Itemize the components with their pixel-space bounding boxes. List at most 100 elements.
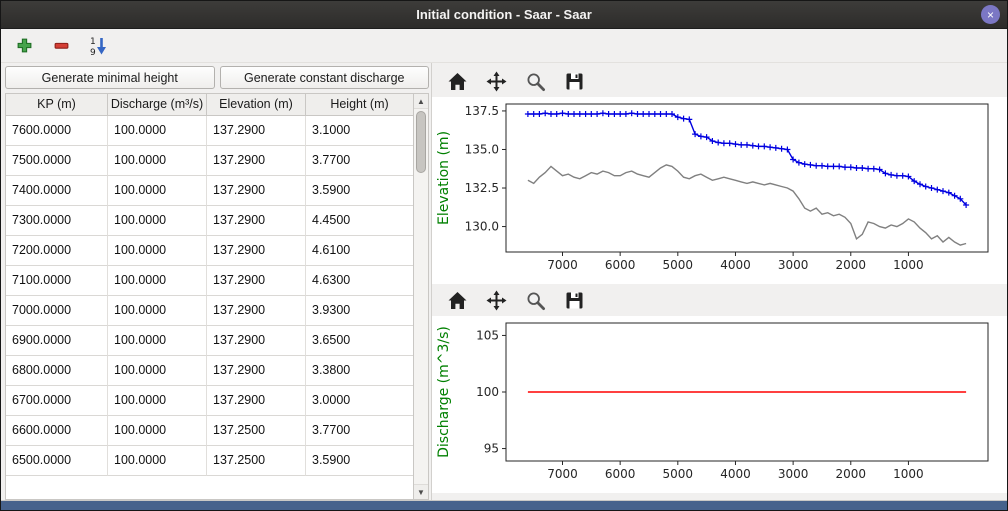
table-cell[interactable]: 100.0000 (108, 266, 207, 296)
close-button[interactable]: × (981, 5, 1000, 24)
table-cell[interactable]: 7500.0000 (6, 146, 108, 176)
table-cell[interactable]: 3.9300 (306, 296, 413, 326)
svg-text:Elevation (m): Elevation (m) (436, 131, 452, 225)
zoom-button[interactable] (522, 68, 548, 94)
svg-text:130.0: 130.0 (465, 220, 499, 234)
column-header[interactable]: KP (m) (6, 94, 108, 116)
table-cell[interactable]: 3.0000 (306, 386, 413, 416)
svg-text:2000: 2000 (836, 258, 867, 272)
table-cell[interactable]: 7600.0000 (6, 116, 108, 146)
magnifier-icon (525, 71, 546, 92)
home-icon (447, 71, 468, 92)
main-content: Generate minimal height Generate constan… (1, 63, 1007, 500)
svg-text:3000: 3000 (778, 467, 809, 481)
table-cell[interactable]: 137.2900 (207, 386, 306, 416)
titlebar[interactable]: Initial condition - Saar - Saar × (1, 1, 1007, 29)
column-header[interactable]: Discharge (m³/s) (108, 94, 207, 116)
table-cell[interactable]: 100.0000 (108, 176, 207, 206)
table-cell[interactable]: 137.2500 (207, 416, 306, 446)
zoom-button[interactable] (522, 287, 548, 313)
table-cell[interactable]: 100.0000 (108, 326, 207, 356)
generate-minimal-height-button[interactable]: Generate minimal height (5, 66, 215, 89)
sort-rows-button[interactable]: 1 9 (85, 33, 111, 59)
magnifier-icon (525, 290, 546, 311)
svg-text:9: 9 (90, 48, 96, 56)
table-cell[interactable]: 100.0000 (108, 356, 207, 386)
table-cell[interactable]: 3.6500 (306, 326, 413, 356)
svg-text:7000: 7000 (547, 258, 578, 272)
discharge-plot[interactable]: 700060005000400030002000100095100105Disc… (432, 316, 998, 488)
save-figure-button[interactable] (561, 287, 587, 313)
svg-text:6000: 6000 (605, 258, 636, 272)
column-header[interactable]: Elevation (m) (207, 94, 306, 116)
table-cell[interactable]: 100.0000 (108, 296, 207, 326)
generate-buttons-row: Generate minimal height Generate constan… (5, 66, 429, 89)
table-cell[interactable]: 100.0000 (108, 386, 207, 416)
table-cell[interactable]: 100.0000 (108, 236, 207, 266)
discharge-figure: 700060005000400030002000100095100105Disc… (432, 316, 1007, 493)
svg-text:137.5: 137.5 (465, 104, 499, 118)
table-cell[interactable]: 100.0000 (108, 146, 207, 176)
table-scrollbar[interactable]: ▲ ▼ (413, 94, 428, 499)
table-cell[interactable]: 4.6100 (306, 236, 413, 266)
svg-text:4000: 4000 (720, 467, 751, 481)
table-cell[interactable]: 3.7700 (306, 146, 413, 176)
plots-panel: 7000600050004000300020001000130.0132.513… (432, 63, 1007, 500)
add-row-button[interactable] (11, 33, 37, 59)
scrollbar-thumb[interactable] (416, 111, 426, 173)
pan-button[interactable] (483, 287, 509, 313)
table-cell[interactable]: 3.5900 (306, 446, 413, 476)
table-cell[interactable]: 6800.0000 (6, 356, 108, 386)
table-cell[interactable]: 100.0000 (108, 116, 207, 146)
table-cell[interactable]: 7400.0000 (6, 176, 108, 206)
pan-move-icon (486, 290, 507, 311)
table-cell[interactable]: 3.7700 (306, 416, 413, 446)
svg-text:6000: 6000 (605, 467, 636, 481)
home-icon (447, 290, 468, 311)
table-cell[interactable]: 6900.0000 (6, 326, 108, 356)
scrollbar-track[interactable] (414, 109, 428, 484)
home-view-button[interactable] (444, 287, 470, 313)
table-cell[interactable]: 4.4500 (306, 206, 413, 236)
table-cell[interactable]: 137.2900 (207, 296, 306, 326)
table-cell[interactable]: 7300.0000 (6, 206, 108, 236)
table-cell[interactable]: 100.0000 (108, 446, 207, 476)
table-cell[interactable]: 137.2900 (207, 236, 306, 266)
table-cell[interactable]: 137.2900 (207, 326, 306, 356)
table-cell[interactable]: 6700.0000 (6, 386, 108, 416)
table-cell[interactable]: 100.0000 (108, 206, 207, 236)
pan-button[interactable] (483, 68, 509, 94)
remove-row-button[interactable] (48, 33, 74, 59)
table-cell[interactable]: 6600.0000 (6, 416, 108, 446)
table-cell[interactable]: 3.1000 (306, 116, 413, 146)
table-cell[interactable]: 7200.0000 (6, 236, 108, 266)
svg-text:3000: 3000 (778, 258, 809, 272)
table-cell[interactable]: 137.2900 (207, 206, 306, 236)
table-cell[interactable]: 6500.0000 (6, 446, 108, 476)
scroll-down-icon[interactable]: ▼ (414, 484, 428, 499)
svg-text:132.5: 132.5 (465, 181, 499, 195)
table-cell[interactable]: 7100.0000 (6, 266, 108, 296)
table-cell[interactable]: 100.0000 (108, 416, 207, 446)
table-cell[interactable]: 137.2500 (207, 446, 306, 476)
save-figure-button[interactable] (561, 68, 587, 94)
svg-text:5000: 5000 (663, 258, 694, 272)
table-cell[interactable]: 3.3800 (306, 356, 413, 386)
column-header[interactable]: Height (m) (306, 94, 413, 116)
scroll-up-icon[interactable]: ▲ (414, 94, 428, 109)
svg-text:7000: 7000 (547, 467, 578, 481)
table-cell[interactable]: 137.2900 (207, 146, 306, 176)
elevation-plot[interactable]: 7000600050004000300020001000130.0132.513… (432, 97, 998, 279)
table-cell[interactable]: 137.2900 (207, 176, 306, 206)
table-cell[interactable]: 7000.0000 (6, 296, 108, 326)
table-cell[interactable]: 137.2900 (207, 266, 306, 296)
table-cell[interactable]: 4.6300 (306, 266, 413, 296)
generate-constant-discharge-button[interactable]: Generate constant discharge (220, 66, 430, 89)
home-view-button[interactable] (444, 68, 470, 94)
table-cell[interactable]: 137.2900 (207, 116, 306, 146)
window-title: Initial condition - Saar - Saar (416, 7, 592, 22)
svg-text:Discharge (m^3/s): Discharge (m^3/s) (436, 326, 452, 458)
table-cell[interactable]: 3.5900 (306, 176, 413, 206)
table-cell[interactable]: 137.2900 (207, 356, 306, 386)
svg-text:95: 95 (484, 442, 499, 456)
